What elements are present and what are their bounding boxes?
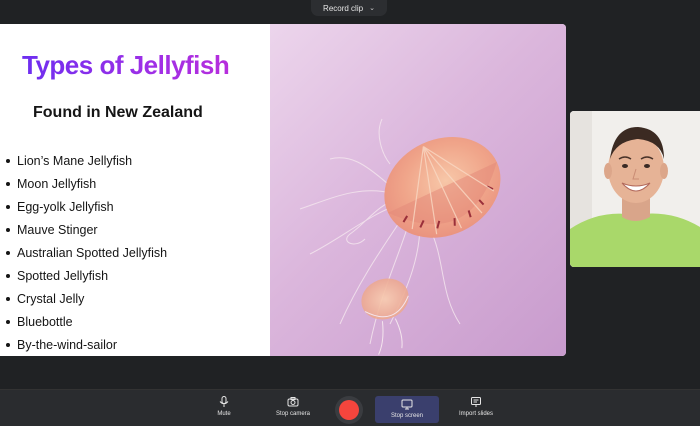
import-slides-button[interactable]: Import slides <box>454 396 498 422</box>
mute-button[interactable]: Mute <box>210 396 238 422</box>
presenter-avatar <box>570 111 700 267</box>
stop-screen-button[interactable]: Stop screen <box>375 396 439 423</box>
list-item: Lion’s Mane Jellyfish <box>6 152 167 175</box>
import-slides-label: Import slides <box>458 411 493 417</box>
record-button[interactable] <box>335 396 363 424</box>
record-clip-label: Record clip <box>323 3 364 13</box>
bullet-icon <box>6 274 10 278</box>
jellyfish-image <box>270 24 566 356</box>
bullet-icon <box>6 228 10 232</box>
mute-label: Mute <box>217 411 231 417</box>
stop-camera-button[interactable]: Stop camera <box>272 396 314 422</box>
list-item: By-the-wind-sailor <box>6 336 167 356</box>
list-item: Australian Spotted Jellyfish <box>6 244 167 267</box>
list-item: Egg-yolk Jellyfish <box>6 198 167 221</box>
list-item: Spotted Jellyfish <box>6 267 167 290</box>
bullet-icon <box>6 343 10 347</box>
bullet-icon <box>6 205 10 209</box>
bullet-icon <box>6 182 10 186</box>
bullet-icon <box>6 320 10 324</box>
list-item: Moon Jellyfish <box>6 175 167 198</box>
slide-subtitle: Found in New Zealand <box>33 104 203 121</box>
jellyfish-list: Lion’s Mane Jellyfish Moon Jellyfish Egg… <box>6 152 167 356</box>
bullet-icon <box>6 159 10 163</box>
slide-title: Types of Jellyfish <box>22 50 262 81</box>
presentation-slide: Types of Jellyfish Found in New Zealand … <box>0 24 566 356</box>
control-bar: Mute Stop camera Stop screen Import slid… <box>0 389 700 426</box>
bullet-icon <box>6 297 10 301</box>
list-item: Crystal Jelly <box>6 290 167 313</box>
record-clip-dropdown[interactable]: Record clip ⌄ <box>311 0 387 16</box>
webcam-feed <box>570 111 700 267</box>
microphone-icon <box>219 396 229 407</box>
screen-icon <box>401 399 413 410</box>
slide-text-panel: Types of Jellyfish Found in New Zealand … <box>0 24 270 356</box>
list-item: Mauve Stinger <box>6 221 167 244</box>
list-item: Bluebottle <box>6 313 167 336</box>
stop-camera-label: Stop camera <box>275 411 311 417</box>
bullet-icon <box>6 251 10 255</box>
slides-icon <box>471 397 481 407</box>
chevron-down-icon: ⌄ <box>369 5 375 12</box>
record-icon <box>339 400 359 420</box>
camera-icon <box>287 397 299 407</box>
stop-screen-label: Stop screen <box>390 413 424 419</box>
jellyfish-illustration <box>299 118 501 355</box>
